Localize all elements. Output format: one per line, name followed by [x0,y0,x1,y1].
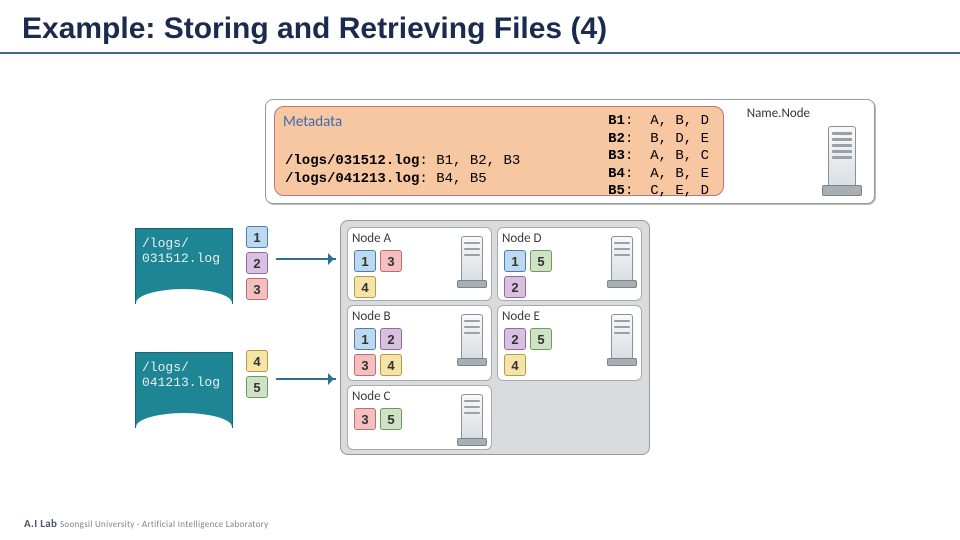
datanode-cluster: Node A 1 3 4 Node B 1 2 3 4 Node C 3 5 N… [340,220,650,455]
block-chip-5: 5 [246,376,268,398]
datanode-a: Node A 1 3 4 [347,227,492,301]
datanode-d: Node D 1 5 2 [497,227,642,301]
block-chip: 3 [354,408,376,430]
block-chip: 3 [354,354,376,376]
block-chip: 3 [380,250,402,272]
input-file-2: /logs/041213.log [135,352,233,428]
arrow-icon [276,378,336,380]
block-chip-2: 2 [246,252,268,274]
namenode-box: Metadata /logs/031512.log: B1, B2, B3 /l… [265,99,875,204]
server-icon [607,314,637,366]
title-underline [0,52,960,54]
block-chip: 4 [354,276,376,298]
datanode-c: Node C 3 5 [347,385,492,450]
namenode-label: Name.Node [747,106,810,121]
server-icon [457,236,487,288]
block-chip-4: 4 [246,350,268,372]
block-chip: 5 [530,250,552,272]
footer: A.I Lab Soongsil University · Artificial… [24,517,269,530]
datanode-e: Node E 2 5 4 [497,305,642,381]
metadata-block-map: B1: A, B, D B2: B, D, E B3: A, B, C B4: … [608,113,709,201]
block-chip: 5 [380,408,402,430]
block-chip: 5 [530,328,552,350]
block-chip: 2 [504,328,526,350]
server-icon [457,314,487,366]
datanode-b: Node B 1 2 3 4 [347,305,492,381]
block-chip-3: 3 [246,278,268,300]
metadata-file-list: /logs/031512.log: B1, B2, B3 /logs/04121… [285,153,520,188]
arrow-icon [276,258,336,260]
block-chip: 2 [504,276,526,298]
block-chip: 1 [354,250,376,272]
block-chip-1: 1 [246,226,268,248]
block-chip: 1 [354,328,376,350]
block-chip: 1 [504,250,526,272]
input-file-1: /logs/031512.log [135,228,233,304]
server-icon [607,236,637,288]
block-chip: 2 [380,328,402,350]
block-chip: 4 [504,354,526,376]
namenode-server-icon [822,126,862,196]
server-icon [457,394,487,446]
metadata-panel: Metadata /logs/031512.log: B1, B2, B3 /l… [274,106,724,196]
page-title: Example: Storing and Retrieving Files (4… [0,0,960,52]
block-chip: 4 [380,354,402,376]
